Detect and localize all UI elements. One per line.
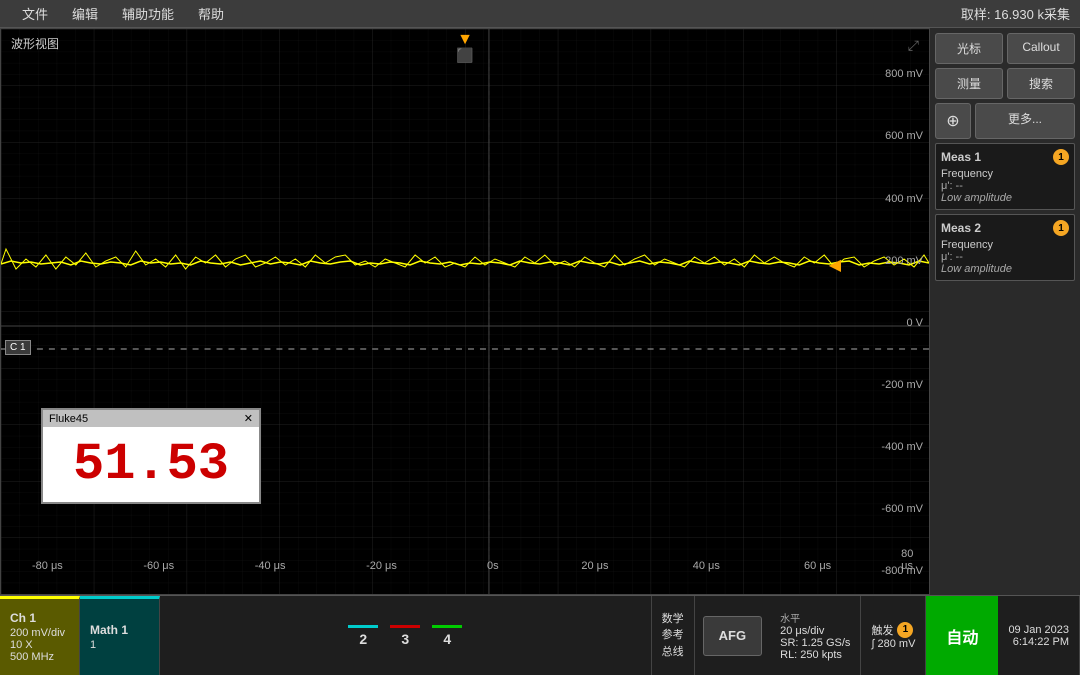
ch4-line [432, 625, 462, 628]
cursor-button[interactable]: 光标 [935, 33, 1003, 64]
x-label-60us: 60 μs [804, 560, 831, 572]
y-label-600mv: 600 mV [885, 130, 923, 142]
meas1-value: μ': -- [941, 180, 1069, 192]
ch1-vdiv: 200 mV/div [10, 627, 69, 639]
meas2-param: Frequency [941, 239, 1069, 251]
ch3-num: 3 [401, 631, 409, 647]
fluke-title-text: Fluke45 [49, 413, 88, 425]
x-label-80us: 80 μs [901, 548, 920, 572]
meas2-title: Meas 2 [941, 221, 981, 235]
meas1-note: Low amplitude [941, 192, 1069, 204]
trigger-level: ∫ 280 mV [871, 638, 915, 650]
menu-bar: 文件 编辑 辅助功能 帮助 取样: 16.930 k采集 [0, 0, 1080, 28]
channel-indicators: 2 3 4 [160, 596, 651, 675]
x-label-n60us: -60 μs [143, 560, 174, 572]
fluke-close-button[interactable]: ✕ [244, 412, 253, 425]
meas1-badge: 1 [1053, 149, 1069, 165]
auto-button[interactable]: 自动 [926, 596, 998, 675]
ch3-line [390, 625, 420, 628]
btn-row-1: 光标 Callout [935, 33, 1075, 64]
meas2-header: Meas 2 1 [941, 220, 1069, 236]
x-label-n20us: -20 μs [366, 560, 397, 572]
math-tab[interactable]: Math 1 1 [80, 596, 160, 675]
trigger-title: 触发 [871, 622, 893, 638]
math-ref-total-text: 数学 参考 总线 [662, 611, 684, 661]
x-label-20us: 20 μs [581, 560, 608, 572]
callout-button[interactable]: Callout [1007, 33, 1075, 64]
fluke-value: 51.53 [43, 427, 259, 502]
horiz-title: 水平 [780, 610, 850, 625]
ch1-probe: 10 X [10, 639, 69, 651]
y-label-800mv: 800 mV [885, 68, 923, 80]
time-display: 6:14:22 PM [1013, 636, 1069, 648]
x-label-0s: 0s [487, 560, 499, 572]
y-label-n200mv: -200 mV [881, 379, 923, 391]
menu-help[interactable]: 帮助 [186, 2, 236, 25]
ch4-num: 4 [443, 631, 451, 647]
bottom-bar: Ch 1 200 mV/div 10 X 500 MHz Math 1 1 2 … [0, 595, 1080, 675]
trigger-section: 触发 1 ∫ 280 mV [861, 596, 926, 675]
math-ref-total[interactable]: 数学 参考 总线 [651, 596, 695, 675]
ch1-bw: 500 MHz [10, 651, 69, 663]
meas1-param: Frequency [941, 168, 1069, 180]
meas1-title: Meas 1 [941, 150, 981, 164]
y-label-n400mv: -400 mV [881, 441, 923, 453]
ch4-indicator[interactable]: 4 [432, 625, 462, 647]
ch1-label: Ch 1 [10, 611, 69, 625]
main-layout: 波形视图 ▼ ⬛ [0, 28, 1080, 595]
sample-rate: 取样: 16.930 k采集 [961, 4, 1070, 23]
ch3-indicator[interactable]: 3 [390, 625, 420, 647]
x-label-n40us: -40 μs [255, 560, 286, 572]
menu-edit[interactable]: 编辑 [60, 2, 110, 25]
meas2-value: μ': -- [941, 251, 1069, 263]
x-label-n80us: -80 μs [32, 560, 63, 572]
ch1-tab[interactable]: Ch 1 200 mV/div 10 X 500 MHz [0, 596, 80, 675]
search-button[interactable]: 搜索 [1007, 68, 1075, 99]
afg-button[interactable]: AFG [703, 616, 762, 656]
meas1-header: Meas 1 1 [941, 149, 1069, 165]
horiz-section: 水平 20 μs/div SR: 1.25 GS/s RL: 250 kpts [770, 596, 861, 675]
menu-tools[interactable]: 辅助功能 [110, 2, 186, 25]
right-panel: 光标 Callout 测量 搜索 ⊕ 更多... Meas 1 1 Freque… [930, 28, 1080, 595]
waveform-title: 波形视图 [11, 35, 59, 52]
horiz-rl: RL: 250 kpts [780, 649, 850, 661]
y-label-0v: 0 V [906, 317, 923, 329]
meas2-note: Low amplitude [941, 263, 1069, 275]
meas1-block[interactable]: Meas 1 1 Frequency μ': -- Low amplitude [935, 143, 1075, 210]
y-label-400mv: 400 mV [885, 193, 923, 205]
horiz-tdiv: 20 μs/div [780, 625, 850, 637]
trigger-badge: 1 [897, 622, 913, 638]
ch2-line [348, 625, 378, 628]
waveform-area[interactable]: 波形视图 ▼ ⬛ [0, 28, 930, 595]
waveform-svg [1, 29, 929, 594]
trigger-level-arrow: ◀ [829, 255, 841, 275]
math-value: 1 [90, 639, 149, 651]
ch2-num: 2 [359, 631, 367, 647]
y-label-200mv: 200 mV [885, 255, 923, 267]
datetime-section: 09 Jan 2023 6:14:22 PM [998, 596, 1080, 675]
btn-row-3: ⊕ 更多... [935, 103, 1075, 139]
ch2-indicator[interactable]: 2 [348, 625, 378, 647]
menu-file[interactable]: 文件 [10, 2, 60, 25]
x-label-40us: 40 μs [693, 560, 720, 572]
ch1-channel-label: C 1 [5, 340, 31, 355]
fluke-title-bar: Fluke45 ✕ [43, 410, 259, 427]
measure-button[interactable]: 测量 [935, 68, 1003, 99]
btn-row-2: 测量 搜索 [935, 68, 1075, 99]
meas2-block[interactable]: Meas 2 1 Frequency μ': -- Low amplitude [935, 214, 1075, 281]
y-label-n600mv: -600 mV [881, 503, 923, 515]
zoom-button[interactable]: ⊕ [935, 103, 971, 139]
waveform-resize-icon[interactable]: ⤢ [908, 37, 919, 54]
more-button[interactable]: 更多... [975, 103, 1075, 139]
trigger-marker-arrow: ⬛ [456, 47, 473, 64]
horiz-sr: SR: 1.25 GS/s [780, 637, 850, 649]
meas2-badge: 1 [1053, 220, 1069, 236]
date-display: 09 Jan 2023 [1008, 624, 1069, 636]
math-label: Math 1 [90, 623, 149, 637]
fluke-instrument-box[interactable]: Fluke45 ✕ 51.53 [41, 408, 261, 504]
